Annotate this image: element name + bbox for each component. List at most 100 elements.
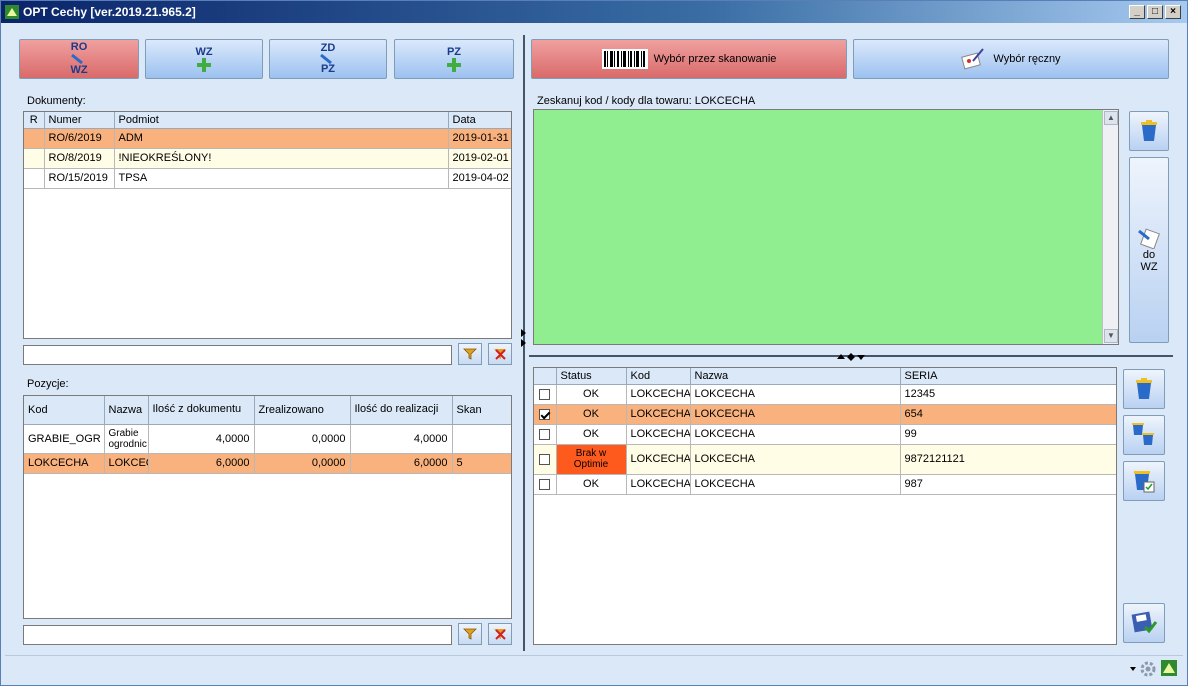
series-grid: Status Kod Nazwa SERIA OK LOKCECHA LOKCE…	[533, 367, 1117, 645]
table-row[interactable]: GRABIE_OGR Grabie ogrodnic 4,0000 0,0000…	[24, 424, 511, 454]
table-row[interactable]: OK LOKCECHA LOKCECHA 12345	[534, 384, 1116, 405]
col-kod[interactable]: Kod	[24, 396, 105, 425]
col-podmiot[interactable]: Podmiot	[114, 112, 449, 129]
zd-label: ZD	[320, 42, 336, 54]
delete-checked-series-button[interactable]	[1123, 461, 1165, 501]
scroll-up-icon[interactable]: ▲	[1104, 111, 1118, 125]
to-wz-label: do WZ	[1140, 249, 1158, 273]
ro-to-wz-button[interactable]: RO WZ	[19, 39, 139, 79]
wz-label: WZ	[70, 64, 88, 76]
cell-nazwa: LOKCECHA	[690, 474, 901, 495]
cell-r	[24, 128, 45, 149]
row-checkbox[interactable]	[534, 474, 557, 495]
table-row[interactable]: Brak w Optimie LOKCECHA LOKCECHA 9872121…	[534, 444, 1116, 475]
row-checkbox[interactable]	[534, 404, 557, 425]
plus-icon	[196, 58, 211, 72]
cell-zrealizowano: 0,0000	[254, 453, 351, 474]
cell-numer: RO/8/2019	[44, 148, 115, 169]
cell-data: 2019-02-01	[448, 148, 511, 169]
minimize-icon[interactable]: _	[1129, 5, 1145, 19]
scan-mode-button[interactable]: Wybór przez skanowanie	[531, 39, 847, 79]
status-bar	[5, 655, 1183, 683]
cell-status: Brak w Optimie	[556, 444, 627, 475]
bin-icon	[1141, 120, 1157, 141]
documents-filter-input[interactable]	[23, 345, 452, 365]
app-logo-icon[interactable]	[1161, 660, 1177, 676]
new-wz-button[interactable]: WZ	[145, 39, 263, 79]
delete-all-series-button[interactable]	[1123, 415, 1165, 455]
gear-icon[interactable]	[1139, 660, 1157, 678]
cell-kod: LOKCECHA	[626, 424, 691, 445]
cell-ilosc-do-realizacji: 4,0000	[350, 424, 453, 454]
documents-label: Dokumenty:	[27, 95, 86, 107]
table-row[interactable]: RO/6/2019 ADM 2019-01-31	[24, 128, 511, 149]
col-zrealizowano[interactable]: Zrealizowano	[254, 396, 351, 425]
documents-clear-filter-button[interactable]	[488, 343, 512, 365]
col-status[interactable]: Status	[556, 368, 627, 385]
row-checkbox[interactable]	[534, 384, 557, 405]
wz-top-label: WZ	[195, 46, 213, 58]
documents-filter-button[interactable]	[458, 343, 482, 365]
delete-scan-button[interactable]	[1129, 111, 1169, 151]
positions-filter-input[interactable]	[23, 625, 452, 645]
zd-to-pz-button[interactable]: ZD PZ	[269, 39, 387, 79]
cell-kod: GRABIE_OGR	[24, 424, 105, 454]
maximize-icon[interactable]: □	[1147, 5, 1163, 19]
positions-label: Pozycje:	[27, 378, 69, 390]
close-icon[interactable]: ×	[1165, 5, 1181, 19]
table-row[interactable]: OK LOKCECHA LOKCECHA 99	[534, 424, 1116, 445]
col-nazwa[interactable]: Nazwa	[690, 368, 901, 385]
col-data[interactable]: Data	[448, 112, 511, 129]
col-seria[interactable]: SERIA	[900, 368, 1116, 385]
col-r[interactable]: R	[24, 112, 45, 129]
hand-pick-icon	[961, 48, 985, 70]
cell-seria: 99	[900, 424, 1116, 445]
cell-kod: LOKCECHA	[626, 384, 691, 405]
delete-series-button[interactable]	[1123, 369, 1165, 409]
cell-r	[24, 148, 45, 169]
app-window: OPT Cechy [ver.2019.21.965.2] _ □ × RO W…	[0, 0, 1188, 686]
splitter-arrows-icon	[521, 329, 526, 347]
cell-podmiot: ADM	[114, 128, 449, 149]
scan-input-area[interactable]: ▲ ▼	[533, 109, 1119, 345]
cell-seria: 987	[900, 474, 1116, 495]
table-row[interactable]: LOKCECHA LOKCEC 6,0000 0,0000 6,0000 5	[24, 453, 511, 474]
client-area: RO WZ WZ ZD PZ PZ Dokumenty: R Numer Pod…	[5, 27, 1183, 655]
col-check[interactable]	[534, 368, 557, 385]
scan-scrollbar[interactable]: ▲ ▼	[1102, 110, 1118, 344]
cell-nazwa: LOKCECHA	[690, 424, 901, 445]
scroll-down-icon[interactable]: ▼	[1104, 329, 1118, 343]
cell-kod: LOKCECHA	[626, 444, 691, 475]
cell-kod: LOKCECHA	[626, 474, 691, 495]
chevron-down-icon[interactable]	[1129, 666, 1137, 672]
multi-bin-icon	[1132, 423, 1154, 445]
row-checkbox[interactable]	[534, 424, 557, 445]
table-row[interactable]: RO/15/2019 TPSA 2019-04-02	[24, 168, 511, 189]
cell-kod: LOKCECHA	[24, 453, 105, 474]
save-button[interactable]	[1123, 603, 1165, 643]
cell-seria: 12345	[900, 384, 1116, 405]
to-wz-button[interactable]: do WZ	[1129, 157, 1169, 343]
col-numer[interactable]: Numer	[44, 112, 115, 129]
barcode-icon	[601, 49, 648, 69]
table-row[interactable]: RO/8/2019 !NIEOKREŚLONY! 2019-02-01	[24, 148, 511, 169]
new-pz-button[interactable]: PZ	[394, 39, 514, 79]
pz-top-label: PZ	[446, 46, 462, 58]
col-kod[interactable]: Kod	[626, 368, 691, 385]
row-checkbox[interactable]	[534, 444, 557, 475]
cell-status: OK	[556, 474, 627, 495]
table-row[interactable]: OK LOKCECHA LOKCECHA 654	[534, 404, 1116, 425]
col-nazwa[interactable]: Nazwa	[104, 396, 149, 425]
positions-filter-button[interactable]	[458, 623, 482, 645]
table-row[interactable]: OK LOKCECHA LOKCECHA 987	[534, 474, 1116, 495]
documents-grid: R Numer Podmiot Data RO/6/2019 ADM 2019-…	[23, 111, 512, 339]
positions-clear-filter-button[interactable]	[488, 623, 512, 645]
clear-filter-icon	[494, 349, 506, 360]
pz-label: PZ	[320, 63, 336, 75]
col-skan[interactable]: Skan	[452, 396, 511, 425]
cell-seria: 654	[900, 404, 1116, 425]
manual-mode-button[interactable]: Wybór ręczny	[853, 39, 1169, 79]
col-ilosc[interactable]: Ilość z dokumentu	[148, 396, 255, 425]
window-title: OPT Cechy [ver.2019.21.965.2]	[23, 5, 196, 19]
col-ilosc-do-realizacji[interactable]: Ilość do realizacji	[350, 396, 453, 425]
